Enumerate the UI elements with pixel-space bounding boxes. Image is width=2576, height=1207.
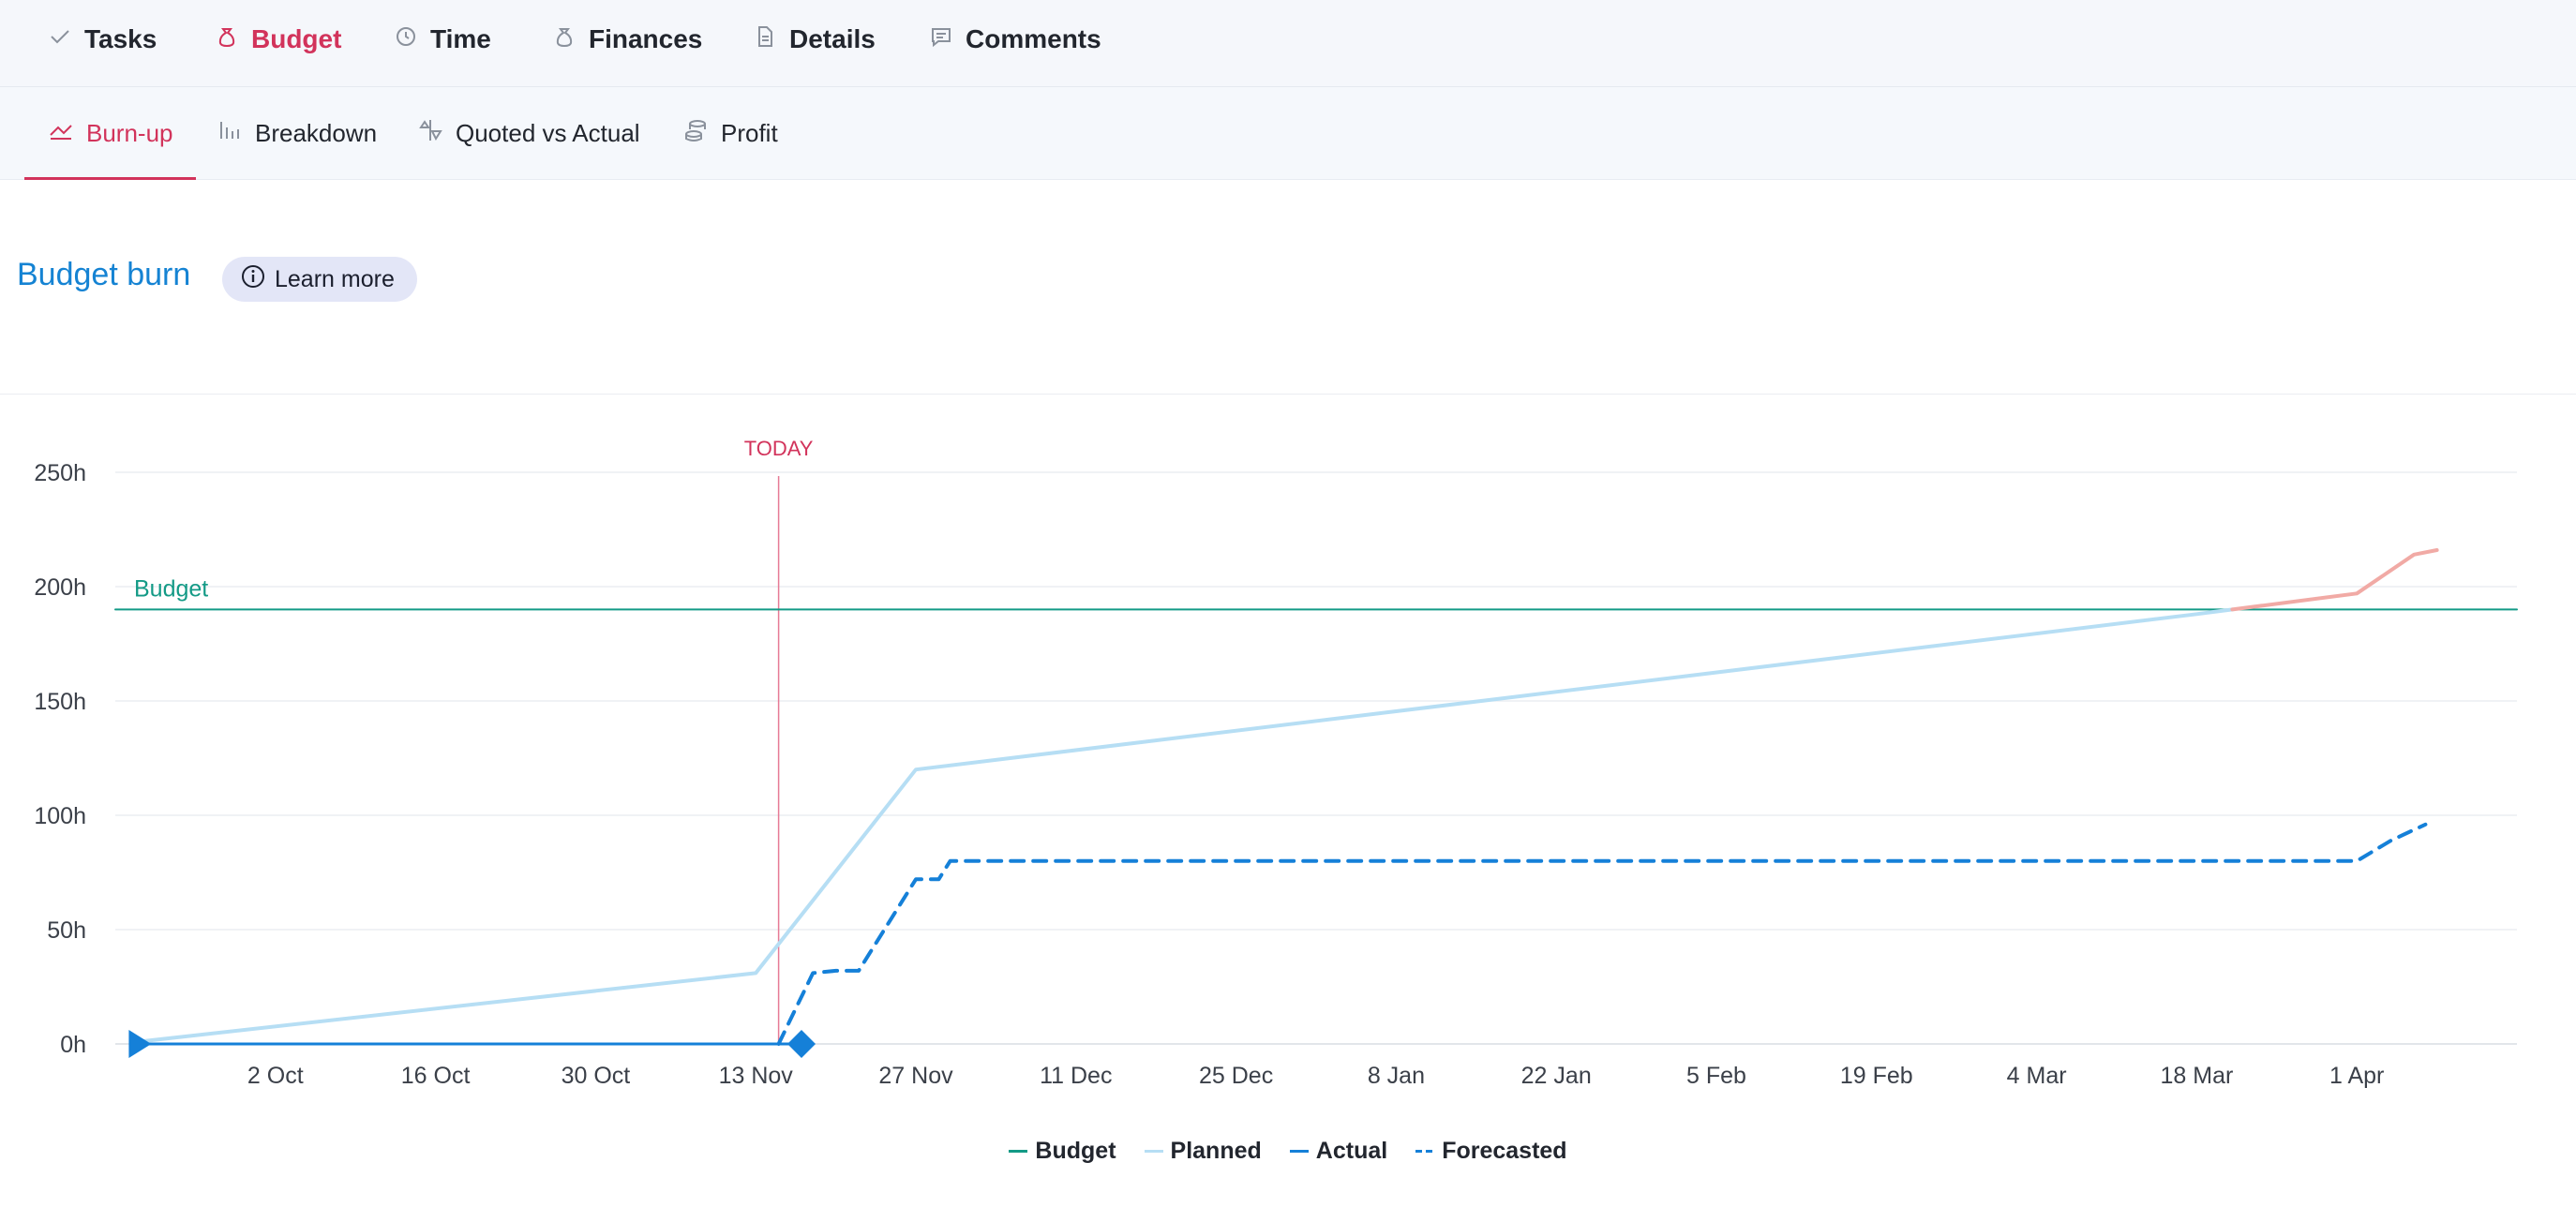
quoted-vs-actual-icon: [418, 118, 442, 149]
tab-label: Budget: [251, 24, 342, 53]
learn-more-label: Learn more: [275, 265, 395, 292]
budget-line-label: Budget: [134, 575, 208, 602]
x-tick-label: 11 Dec: [1040, 1063, 1112, 1089]
y-tick-label: 50h: [47, 917, 86, 944]
subtab-label: Breakdown: [255, 118, 378, 147]
legend-label: Actual: [1315, 1137, 1388, 1164]
legend-swatch-actual: [1289, 1149, 1309, 1153]
y-tick-label: 150h: [34, 689, 86, 715]
x-tick-label: 13 Nov: [719, 1063, 794, 1089]
coins-icon: [683, 118, 708, 149]
forecasted-series-line: [776, 822, 2428, 1046]
section-divider: [0, 394, 2576, 395]
legend-forecasted[interactable]: Forecasted: [1415, 1137, 1567, 1165]
start-marker: [128, 1030, 152, 1058]
tab-label: Details: [789, 24, 876, 53]
legend-swatch-planned: [1144, 1149, 1163, 1153]
x-tick-label: 8 Jan: [1368, 1063, 1425, 1089]
today-label: TODAY: [744, 437, 814, 460]
legend-label: Planned: [1170, 1137, 1262, 1164]
money-bag-icon: [216, 24, 238, 54]
clock-icon: [395, 24, 417, 54]
top-tab-bar: Tasks Budget Time Finances Details Comme…: [0, 0, 2576, 87]
subtab-label: Profit: [721, 118, 778, 147]
y-tick-label: 0h: [60, 1032, 86, 1058]
sub-tab-bar: Burn-up Breakdown Quoted vs Actual Profi…: [0, 87, 2576, 180]
legend-swatch-budget: [1009, 1149, 1028, 1153]
x-tick-label: 22 Jan: [1521, 1063, 1592, 1089]
info-icon: [241, 264, 265, 295]
subtab-label: Burn-up: [86, 118, 173, 147]
y-tick-label: 200h: [34, 574, 86, 601]
planned-over-budget-line: [2230, 548, 2439, 612]
tab-time[interactable]: Time: [395, 0, 491, 79]
x-tick-label: 1 Apr: [2329, 1063, 2384, 1089]
tab-details[interactable]: Details: [754, 0, 876, 79]
budget-burn-chart: 0h 50h 100h 150h 200h 250h 2 Oct 16 Oct 30 Oct 13…: [34, 437, 2518, 1089]
x-tick-label: 5 Feb: [1686, 1063, 1746, 1089]
tab-tasks[interactable]: Tasks: [49, 0, 157, 79]
x-tick-label: 30 Oct: [562, 1063, 631, 1089]
x-tick-label: 16 Oct: [401, 1063, 471, 1089]
tab-label: Tasks: [84, 24, 157, 53]
x-tick-label: 4 Mar: [2007, 1063, 2067, 1089]
bar-chart-icon: [217, 118, 242, 149]
y-tick-label: 250h: [34, 460, 86, 486]
page-title: Budget burn: [17, 257, 191, 292]
subtab-profit[interactable]: Profit: [683, 87, 778, 179]
today-actual-marker: [787, 1030, 816, 1058]
subtab-label: Quoted vs Actual: [456, 118, 640, 147]
x-tick-label: 25 Dec: [1199, 1063, 1273, 1089]
tab-comments[interactable]: Comments: [930, 0, 1101, 79]
chart-legend: Budget Planned Actual Forecasted: [0, 1132, 2576, 1170]
tab-label: Comments: [966, 24, 1101, 53]
x-tick-label: 18 Mar: [2160, 1063, 2233, 1089]
subtab-quoted-vs-actual[interactable]: Quoted vs Actual: [418, 87, 640, 179]
legend-budget[interactable]: Budget: [1009, 1138, 1116, 1165]
subtab-burn-up[interactable]: Burn-up: [24, 87, 195, 180]
y-tick-label: 100h: [34, 803, 86, 829]
burn-up-icon: [49, 118, 73, 149]
tab-label: Finances: [589, 24, 703, 53]
money-bag-icon: [553, 24, 576, 54]
tab-label: Time: [430, 24, 491, 53]
legend-planned[interactable]: Planned: [1144, 1137, 1262, 1165]
check-icon: [49, 24, 71, 54]
legend-label: Forecasted: [1442, 1137, 1567, 1164]
legend-actual[interactable]: Actual: [1289, 1137, 1388, 1165]
x-tick-label: 19 Feb: [1840, 1063, 1913, 1089]
comment-icon: [930, 24, 952, 54]
legend-swatch-forecasted: [1415, 1149, 1435, 1153]
tab-budget[interactable]: Budget: [216, 0, 341, 79]
learn-more-button[interactable]: Learn more: [222, 257, 417, 302]
x-tick-label: 27 Nov: [878, 1063, 953, 1089]
subtab-breakdown[interactable]: Breakdown: [217, 87, 377, 179]
tab-finances[interactable]: Finances: [553, 0, 702, 79]
document-icon: [754, 24, 776, 54]
x-tick-label: 2 Oct: [247, 1063, 304, 1089]
legend-label: Budget: [1035, 1137, 1116, 1164]
planned-series-line: [136, 607, 2235, 1044]
